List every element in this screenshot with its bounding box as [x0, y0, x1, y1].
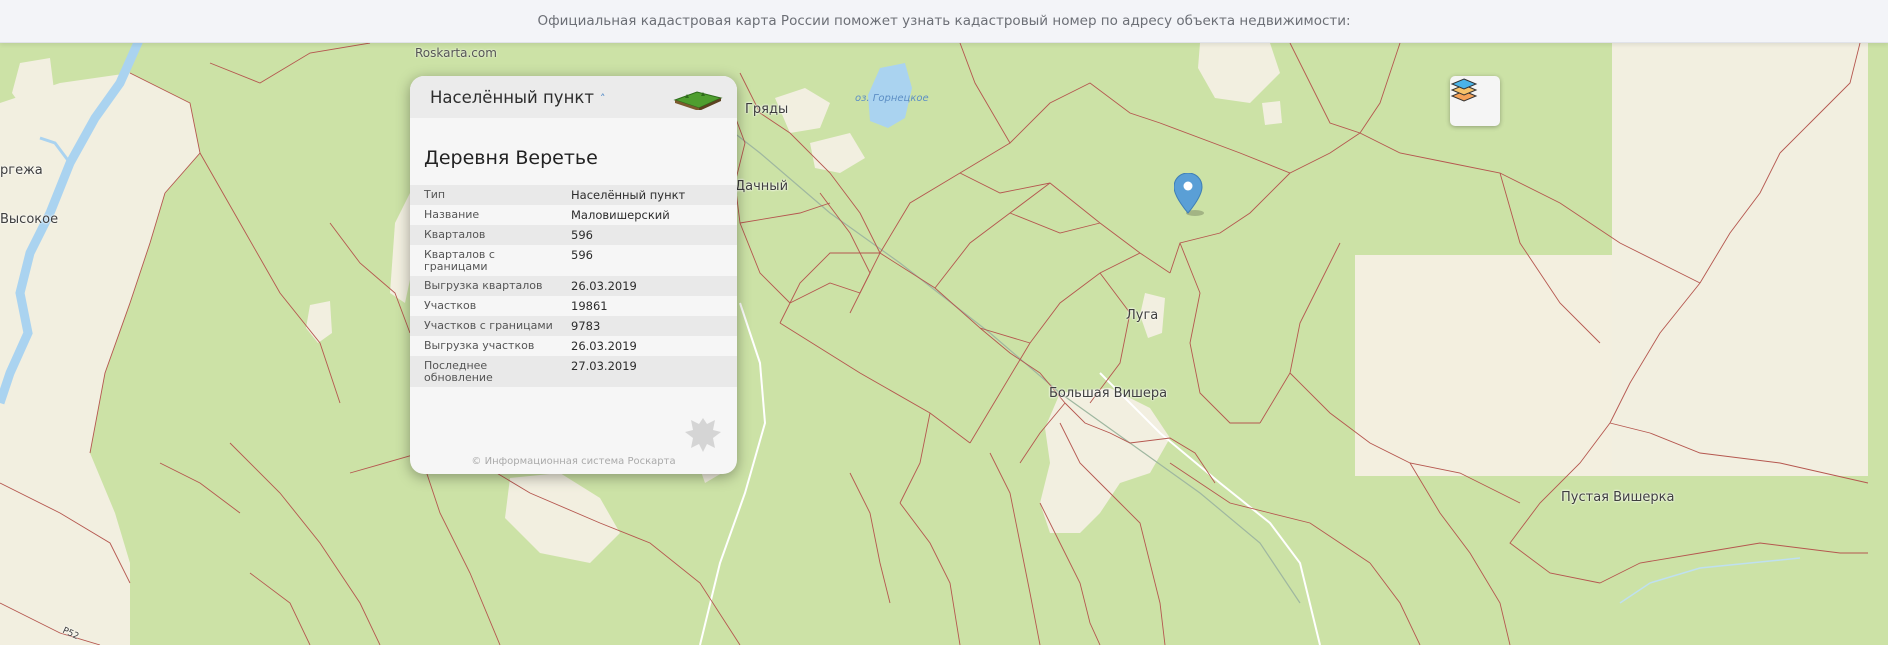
open-land-east [1612, 43, 1868, 476]
open-land-patch-11 [1262, 101, 1282, 125]
popup-header[interactable]: Населённый пункт ˄ [410, 76, 737, 118]
table-row: Участков 19861 [410, 296, 737, 316]
property-key: Кварталов с границами [410, 245, 565, 276]
open-land-patch-5 [306, 301, 332, 343]
place-label-bolshaya-vishera: Большая Вишера [1049, 386, 1168, 401]
open-land-patch-8 [505, 473, 620, 563]
property-key: Участков с границами [410, 316, 565, 336]
notice-text: Официальная кадастровая карта России пом… [537, 13, 1351, 29]
open-land-patch-1 [1198, 43, 1280, 103]
property-value: 27.03.2019 [565, 356, 737, 387]
property-value: 596 [565, 225, 737, 245]
property-key: Последнее обновление [410, 356, 565, 387]
place-label-pustaya-visherka: Пустая Вишерка [1561, 490, 1675, 505]
table-row: Кварталов с границами 596 [410, 245, 737, 276]
table-row: Участков с границами 9783 [410, 316, 737, 336]
table-row: Последнее обновление 27.03.2019 [410, 356, 737, 387]
open-land-east-lower [1355, 255, 1612, 476]
place-label-luga: Луга [1126, 308, 1159, 323]
land-parcel-icon [673, 91, 723, 110]
lake-label: оз. Горнецкое [855, 93, 929, 104]
emblem-icon [685, 418, 721, 452]
map-credit: Roskarta.com [415, 46, 497, 60]
popup-title: Деревня Веретье [424, 147, 598, 169]
object-properties-table: Тип Населённый пункт Название Маловишерски… [410, 185, 737, 387]
place-label-vysokoe: Высокое [0, 212, 59, 227]
table-row: Выгрузка участков 26.03.2019 [410, 336, 737, 356]
layers-button[interactable] [1450, 76, 1500, 126]
property-value: Населённый пункт [565, 185, 737, 205]
object-kind: Населённый пункт [430, 87, 594, 107]
property-key: Название [410, 205, 565, 225]
property-value: 596 [565, 245, 737, 276]
map-canvas[interactable] [0, 43, 1888, 645]
table-row: Кварталов 596 [410, 225, 737, 245]
location-marker[interactable] [1174, 173, 1206, 217]
property-key: Участков [410, 296, 565, 316]
open-land-west [0, 73, 200, 645]
place-label-dachny: Дачный [735, 179, 789, 194]
property-value: 9783 [565, 316, 737, 336]
stream [1619, 557, 1801, 604]
cadastral-map[interactable]: Roskarta.com Гряды Дачный ргежа Высокое … [0, 43, 1888, 645]
property-value: 26.03.2019 [565, 276, 737, 296]
open-land-patch-3 [810, 133, 865, 173]
table-row: Название Маловишерский [410, 205, 737, 225]
place-label-gryady: Гряды [745, 102, 789, 117]
place-label-orgezha: ргежа [0, 163, 43, 178]
property-value: 26.03.2019 [565, 336, 737, 356]
popup-footer: © Информационная система Роскарта [471, 456, 676, 467]
property-key: Выгрузка кварталов [410, 276, 565, 296]
property-value: Маловишерский [565, 205, 737, 225]
property-key: Кварталов [410, 225, 565, 245]
chevron-up-icon[interactable]: ˄ [600, 92, 606, 105]
top-notice-bar: Официальная кадастровая карта России пом… [0, 0, 1888, 43]
map-pin-icon [1174, 173, 1204, 216]
object-info-popup: Населённый пункт ˄ Деревня Веретье Тип На… [410, 76, 737, 474]
railway [669, 82, 1301, 604]
layers-icon [1450, 78, 1478, 102]
property-key: Тип [410, 185, 565, 205]
property-key: Выгрузка участков [410, 336, 565, 356]
table-row: Тип Населённый пункт [410, 185, 737, 205]
property-value: 19861 [565, 296, 737, 316]
table-row: Выгрузка кварталов 26.03.2019 [410, 276, 737, 296]
